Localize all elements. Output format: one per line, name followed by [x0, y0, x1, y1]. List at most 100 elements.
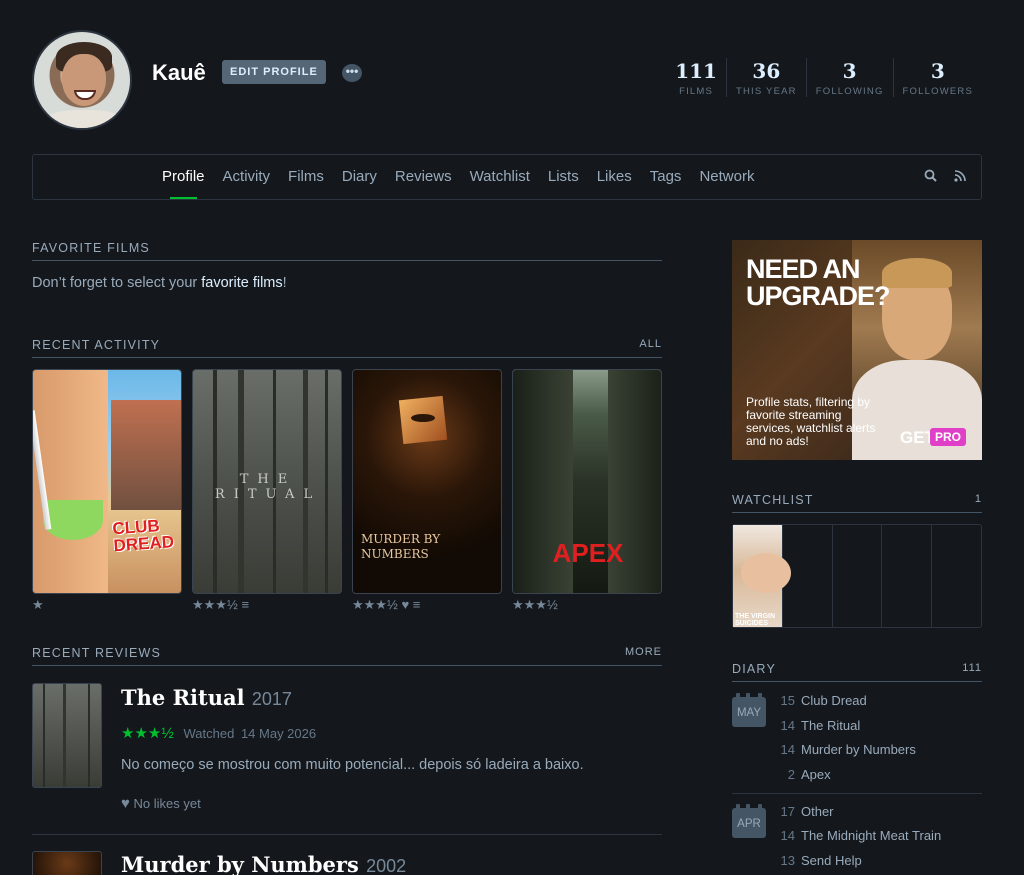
like-review-icons: ♥ ≡ — [401, 597, 421, 612]
watchlist-empty-slot — [882, 525, 933, 627]
edit-profile-button[interactable]: EDIT PROFILE — [222, 60, 326, 84]
diary-entry[interactable]: 17 Other — [775, 804, 834, 819]
diary-day: 14 — [780, 742, 795, 757]
tab-network[interactable]: Network — [699, 155, 754, 199]
diary-title[interactable]: The Ritual — [801, 718, 860, 733]
stat-followers[interactable]: 3 FOLLOWERS — [892, 58, 982, 97]
rating-the-ritual: ★★★½ ≡ — [192, 597, 249, 613]
diary-title[interactable]: Club Dread — [801, 693, 867, 708]
watchlist-empty-slot — [932, 525, 981, 627]
diary-title[interactable]: Apex — [801, 767, 831, 782]
stat-label: FOLLOWING — [815, 86, 884, 97]
calendar-icon: APR — [732, 804, 766, 838]
poster-the-ritual[interactable]: THE RITUAL — [192, 369, 342, 594]
review-likes: ♥ No likes yet — [121, 795, 201, 812]
diary-entry[interactable]: 14 Murder by Numbers — [775, 742, 916, 757]
rating-murder-by-numbers: ★★★½ ♥ ≡ — [352, 597, 420, 613]
poster-title: APEX — [552, 538, 624, 568]
recent-reviews-heading: RECENT REVIEWS MORE — [32, 646, 662, 666]
star-rating: ★★★½ — [192, 597, 238, 612]
diary-entry[interactable]: 2 Apex — [775, 767, 831, 782]
tab-activity[interactable]: Activity — [223, 155, 271, 199]
star-rating: ★ — [32, 597, 44, 612]
stat-films[interactable]: 111 FILMS — [666, 58, 726, 97]
review-film-title[interactable]: Murder by Numbers — [121, 852, 359, 875]
favorite-films-link[interactable]: favorite films — [201, 275, 282, 291]
diary-divider — [732, 793, 982, 794]
diary-title[interactable]: The Midnight Meat Train — [801, 828, 941, 843]
stat-label: FILMS — [679, 86, 714, 97]
tab-profile[interactable]: Profile — [162, 155, 205, 199]
stat-number: 3 — [842, 59, 857, 83]
review-stars: ★★★½ — [121, 725, 174, 742]
avatar[interactable] — [32, 30, 132, 130]
heart-icon[interactable]: ♥ — [121, 795, 130, 812]
tab-lists[interactable]: Lists — [548, 155, 579, 199]
all-activity-link[interactable]: ALL — [639, 338, 662, 352]
tab-watchlist[interactable]: Watchlist — [470, 155, 530, 199]
diary-entry[interactable]: 15 Club Dread — [775, 693, 867, 708]
diary-title[interactable]: Other — [801, 804, 834, 819]
review-icon: ≡ — [241, 597, 250, 612]
tab-reviews[interactable]: Reviews — [395, 155, 452, 199]
diary-entry[interactable]: 14 The Ritual — [775, 718, 861, 733]
watchlist-count[interactable]: 1 — [975, 493, 982, 507]
diary-day: 2 — [787, 767, 795, 782]
prompt-text: Don’t forget to select your — [32, 275, 202, 291]
review-film-year[interactable]: 2017 — [252, 689, 292, 709]
diary-day: 14 — [780, 828, 795, 843]
watchlist-heading: WATCHLIST 1 — [732, 493, 982, 513]
watched-date[interactable]: 14 May 2026 — [241, 726, 316, 741]
calendar-icon: MAY — [732, 693, 766, 727]
star-rating: ★★★½ — [352, 597, 398, 612]
prompt-text: ! — [282, 275, 287, 291]
diary-day: 14 — [780, 718, 795, 733]
watched-label: Watched — [183, 726, 235, 741]
ad-body: Profile stats, filtering by favorite str… — [746, 395, 876, 448]
review-title[interactable]: Murder by Numbers 2002 — [121, 852, 406, 875]
diary-day: 13 — [780, 853, 795, 868]
review-poster-murder-by-numbers[interactable] — [32, 851, 102, 875]
review-title[interactable]: The Ritual 2017 — [121, 685, 292, 710]
rss-icon[interactable] — [952, 168, 968, 184]
section-title[interactable]: DIARY — [732, 662, 776, 676]
stat-this-year[interactable]: 36 THIS YEAR — [725, 58, 806, 97]
recent-activity-heading: RECENT ACTIVITY ALL — [32, 338, 662, 358]
more-reviews-link[interactable]: MORE — [625, 646, 662, 660]
watchlist-poster-title: THE VIRGIN SUICIDES — [735, 613, 776, 627]
stat-label: THIS YEAR — [735, 86, 797, 97]
tab-tags[interactable]: Tags — [650, 155, 682, 199]
review-meta: ★★★½ Watched 14 May 2026 — [121, 724, 316, 742]
rating-club-dread: ★ — [32, 597, 44, 613]
diary-entry[interactable]: 14 The Midnight Meat Train — [775, 828, 942, 843]
upgrade-ad[interactable]: NEED AN UPGRADE? Profile stats, filterin… — [732, 240, 982, 460]
stat-label: FOLLOWERS — [902, 86, 973, 97]
username[interactable]: Kauê — [152, 60, 206, 86]
stat-number: 36 — [752, 59, 781, 83]
watchlist-poster[interactable]: THE VIRGIN SUICIDES — [733, 525, 791, 627]
section-title: FAVORITE FILMS — [32, 241, 150, 255]
diary-title[interactable]: Send Help — [801, 853, 862, 868]
review-film-title[interactable]: The Ritual — [121, 685, 245, 710]
likes-text: No likes yet — [133, 796, 201, 811]
tab-likes[interactable]: Likes — [597, 155, 632, 199]
profile-stats: 111 FILMS 36 THIS YEAR 3 FOLLOWING 3 FOL… — [666, 58, 982, 97]
search-icon[interactable] — [923, 168, 939, 184]
poster-apex[interactable]: APEX — [512, 369, 662, 594]
stat-following[interactable]: 3 FOLLOWING — [805, 58, 893, 97]
review-film-year[interactable]: 2002 — [366, 856, 406, 875]
poster-murder-by-numbers[interactable]: MURDER BY NUMBERS — [352, 369, 502, 594]
tab-diary[interactable]: Diary — [342, 155, 377, 199]
review-poster-the-ritual[interactable] — [32, 683, 102, 788]
watchlist-grid: THE VIRGIN SUICIDES — [732, 524, 982, 628]
review-text: No começo se mostrou com muito potencial… — [121, 757, 584, 773]
more-options-button[interactable]: ••• — [342, 64, 362, 82]
diary-count[interactable]: 111 — [962, 662, 982, 676]
poster-title: CLUB DREAD — [111, 516, 175, 556]
diary-entry[interactable]: 13 Send Help — [775, 853, 862, 868]
tab-films[interactable]: Films — [288, 155, 324, 199]
diary-title[interactable]: Murder by Numbers — [801, 742, 916, 757]
pro-badge: PRO — [930, 428, 967, 446]
section-title[interactable]: WATCHLIST — [732, 493, 814, 507]
poster-club-dread[interactable]: CLUB DREAD — [32, 369, 182, 594]
